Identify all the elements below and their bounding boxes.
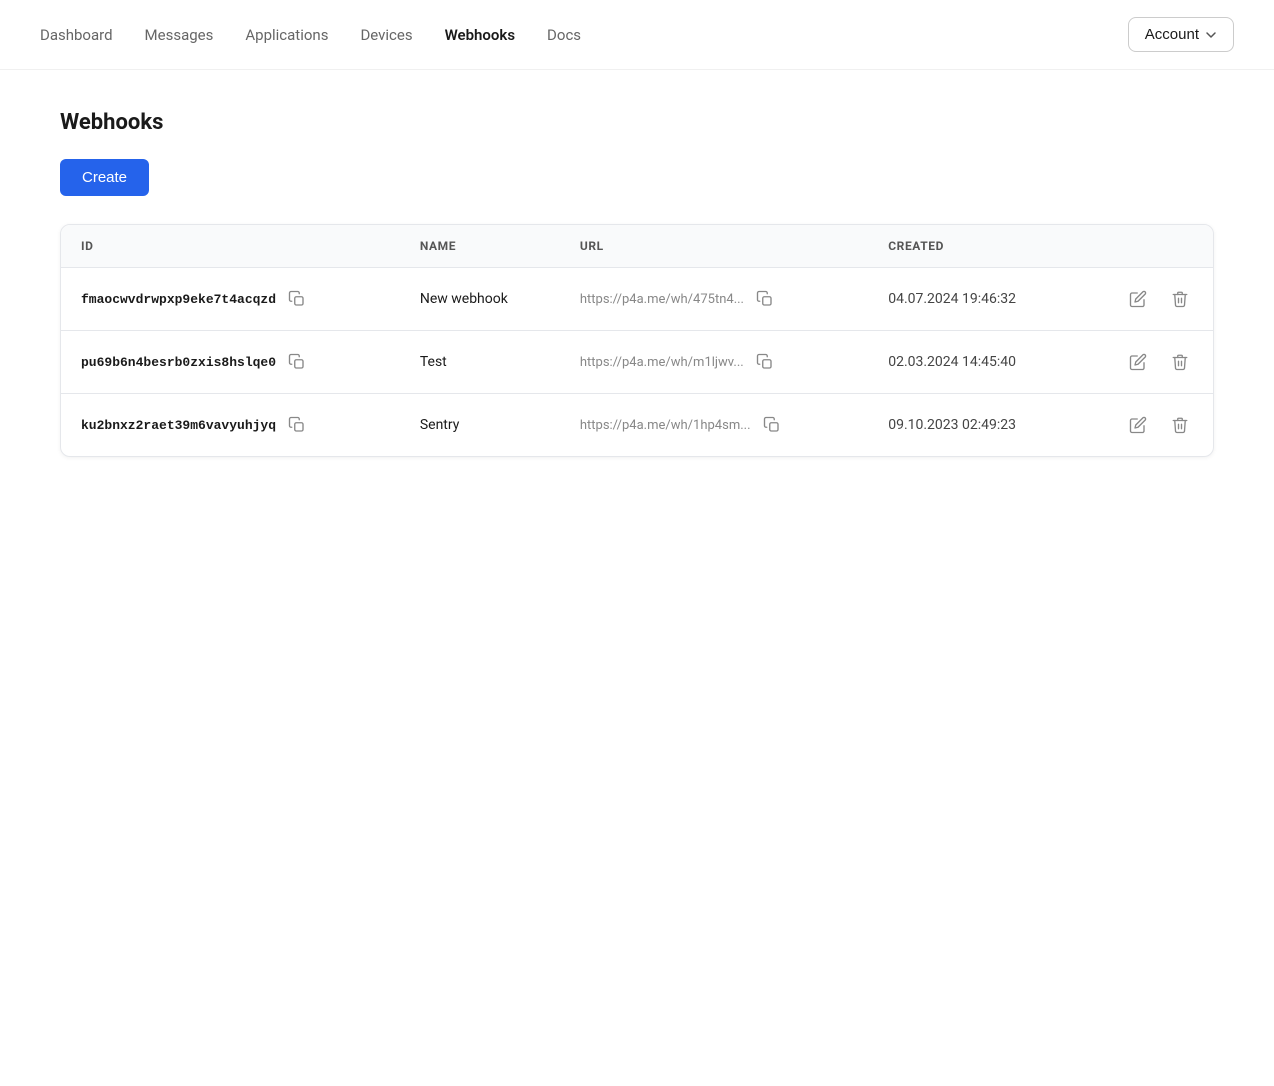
table-row: ku2bnxz2raet39m6vavyuhjyq Sentry https:/… <box>61 394 1213 457</box>
copy-url-button[interactable] <box>750 351 780 373</box>
table-body: fmaocwvdrwpxp9eke7t4acqzd New webhook ht… <box>61 268 1213 457</box>
nav-link-messages[interactable]: Messages <box>145 26 214 44</box>
webhook-created: 09.10.2023 02:49:23 <box>888 417 1016 433</box>
edit-button[interactable] <box>1125 412 1151 438</box>
webhook-created: 04.07.2024 19:46:32 <box>888 291 1016 307</box>
delete-button[interactable] <box>1167 412 1193 438</box>
webhook-id: pu69b6n4besrb0zxis8hslqe0 <box>81 355 276 370</box>
copy-id-button[interactable] <box>282 351 312 373</box>
webhooks-table-wrapper: IDNAMEURLCREATED fmaocwvdrwpxp9eke7t4acq… <box>60 224 1214 457</box>
page-title: Webhooks <box>60 110 1214 135</box>
cell-actions <box>1078 268 1213 331</box>
webhook-url: https://p4a.me/wh/1hp4sm... <box>580 418 751 433</box>
delete-button[interactable] <box>1167 349 1193 375</box>
account-button[interactable]: Account <box>1128 17 1234 52</box>
cell-id: ku2bnxz2raet39m6vavyuhjyq <box>61 394 400 457</box>
webhooks-table: IDNAMEURLCREATED fmaocwvdrwpxp9eke7t4acq… <box>61 225 1213 456</box>
cell-created: 02.03.2024 14:45:40 <box>868 331 1078 394</box>
col-header-actions <box>1078 225 1213 268</box>
nav-link-webhooks[interactable]: Webhooks <box>445 26 515 44</box>
copy-id-button[interactable] <box>282 414 312 436</box>
nav-links: Dashboard Messages Applications Devices Webh… <box>40 26 1128 44</box>
cell-actions <box>1078 331 1213 394</box>
webhook-id: fmaocwvdrwpxp9eke7t4acqzd <box>81 292 276 307</box>
cell-name: Test <box>400 331 560 394</box>
cell-actions <box>1078 394 1213 457</box>
copy-url-button[interactable] <box>757 414 787 436</box>
webhook-name: New webhook <box>420 291 508 307</box>
nav-link-applications[interactable]: Applications <box>245 26 328 44</box>
copy-url-button[interactable] <box>750 288 780 310</box>
table-header: IDNAMEURLCREATED <box>61 225 1213 268</box>
nav-link-docs[interactable]: Docs <box>547 26 581 44</box>
cell-created: 04.07.2024 19:46:32 <box>868 268 1078 331</box>
create-button[interactable]: Create <box>60 159 149 196</box>
webhook-url: https://p4a.me/wh/m1ljwv... <box>580 355 744 370</box>
navbar: Dashboard Messages Applications Devices Webh… <box>0 0 1274 70</box>
nav-link-devices[interactable]: Devices <box>360 26 412 44</box>
account-label: Account <box>1145 26 1199 43</box>
cell-created: 09.10.2023 02:49:23 <box>868 394 1078 457</box>
webhook-url: https://p4a.me/wh/475tn4... <box>580 292 744 307</box>
cell-name: Sentry <box>400 394 560 457</box>
chevron-down-icon <box>1205 29 1217 41</box>
cell-url: https://p4a.me/wh/475tn4... <box>560 268 868 331</box>
cell-id: pu69b6n4besrb0zxis8hslqe0 <box>61 331 400 394</box>
main-content: Webhooks Create IDNAMEURLCREATED fmaocwv… <box>0 70 1274 497</box>
edit-button[interactable] <box>1125 286 1151 312</box>
nav-link-dashboard[interactable]: Dashboard <box>40 26 113 44</box>
webhook-name: Sentry <box>420 417 460 433</box>
cell-url: https://p4a.me/wh/m1ljwv... <box>560 331 868 394</box>
table-row: fmaocwvdrwpxp9eke7t4acqzd New webhook ht… <box>61 268 1213 331</box>
table-row: pu69b6n4besrb0zxis8hslqe0 Test https://p… <box>61 331 1213 394</box>
webhook-created: 02.03.2024 14:45:40 <box>888 354 1016 370</box>
cell-url: https://p4a.me/wh/1hp4sm... <box>560 394 868 457</box>
copy-id-button[interactable] <box>282 288 312 310</box>
cell-name: New webhook <box>400 268 560 331</box>
webhook-id: ku2bnxz2raet39m6vavyuhjyq <box>81 418 276 433</box>
edit-button[interactable] <box>1125 349 1151 375</box>
webhook-name: Test <box>420 354 447 370</box>
cell-id: fmaocwvdrwpxp9eke7t4acqzd <box>61 268 400 331</box>
col-header-url: URL <box>560 225 868 268</box>
delete-button[interactable] <box>1167 286 1193 312</box>
col-header-created: CREATED <box>868 225 1078 268</box>
col-header-id: ID <box>61 225 400 268</box>
col-header-name: NAME <box>400 225 560 268</box>
